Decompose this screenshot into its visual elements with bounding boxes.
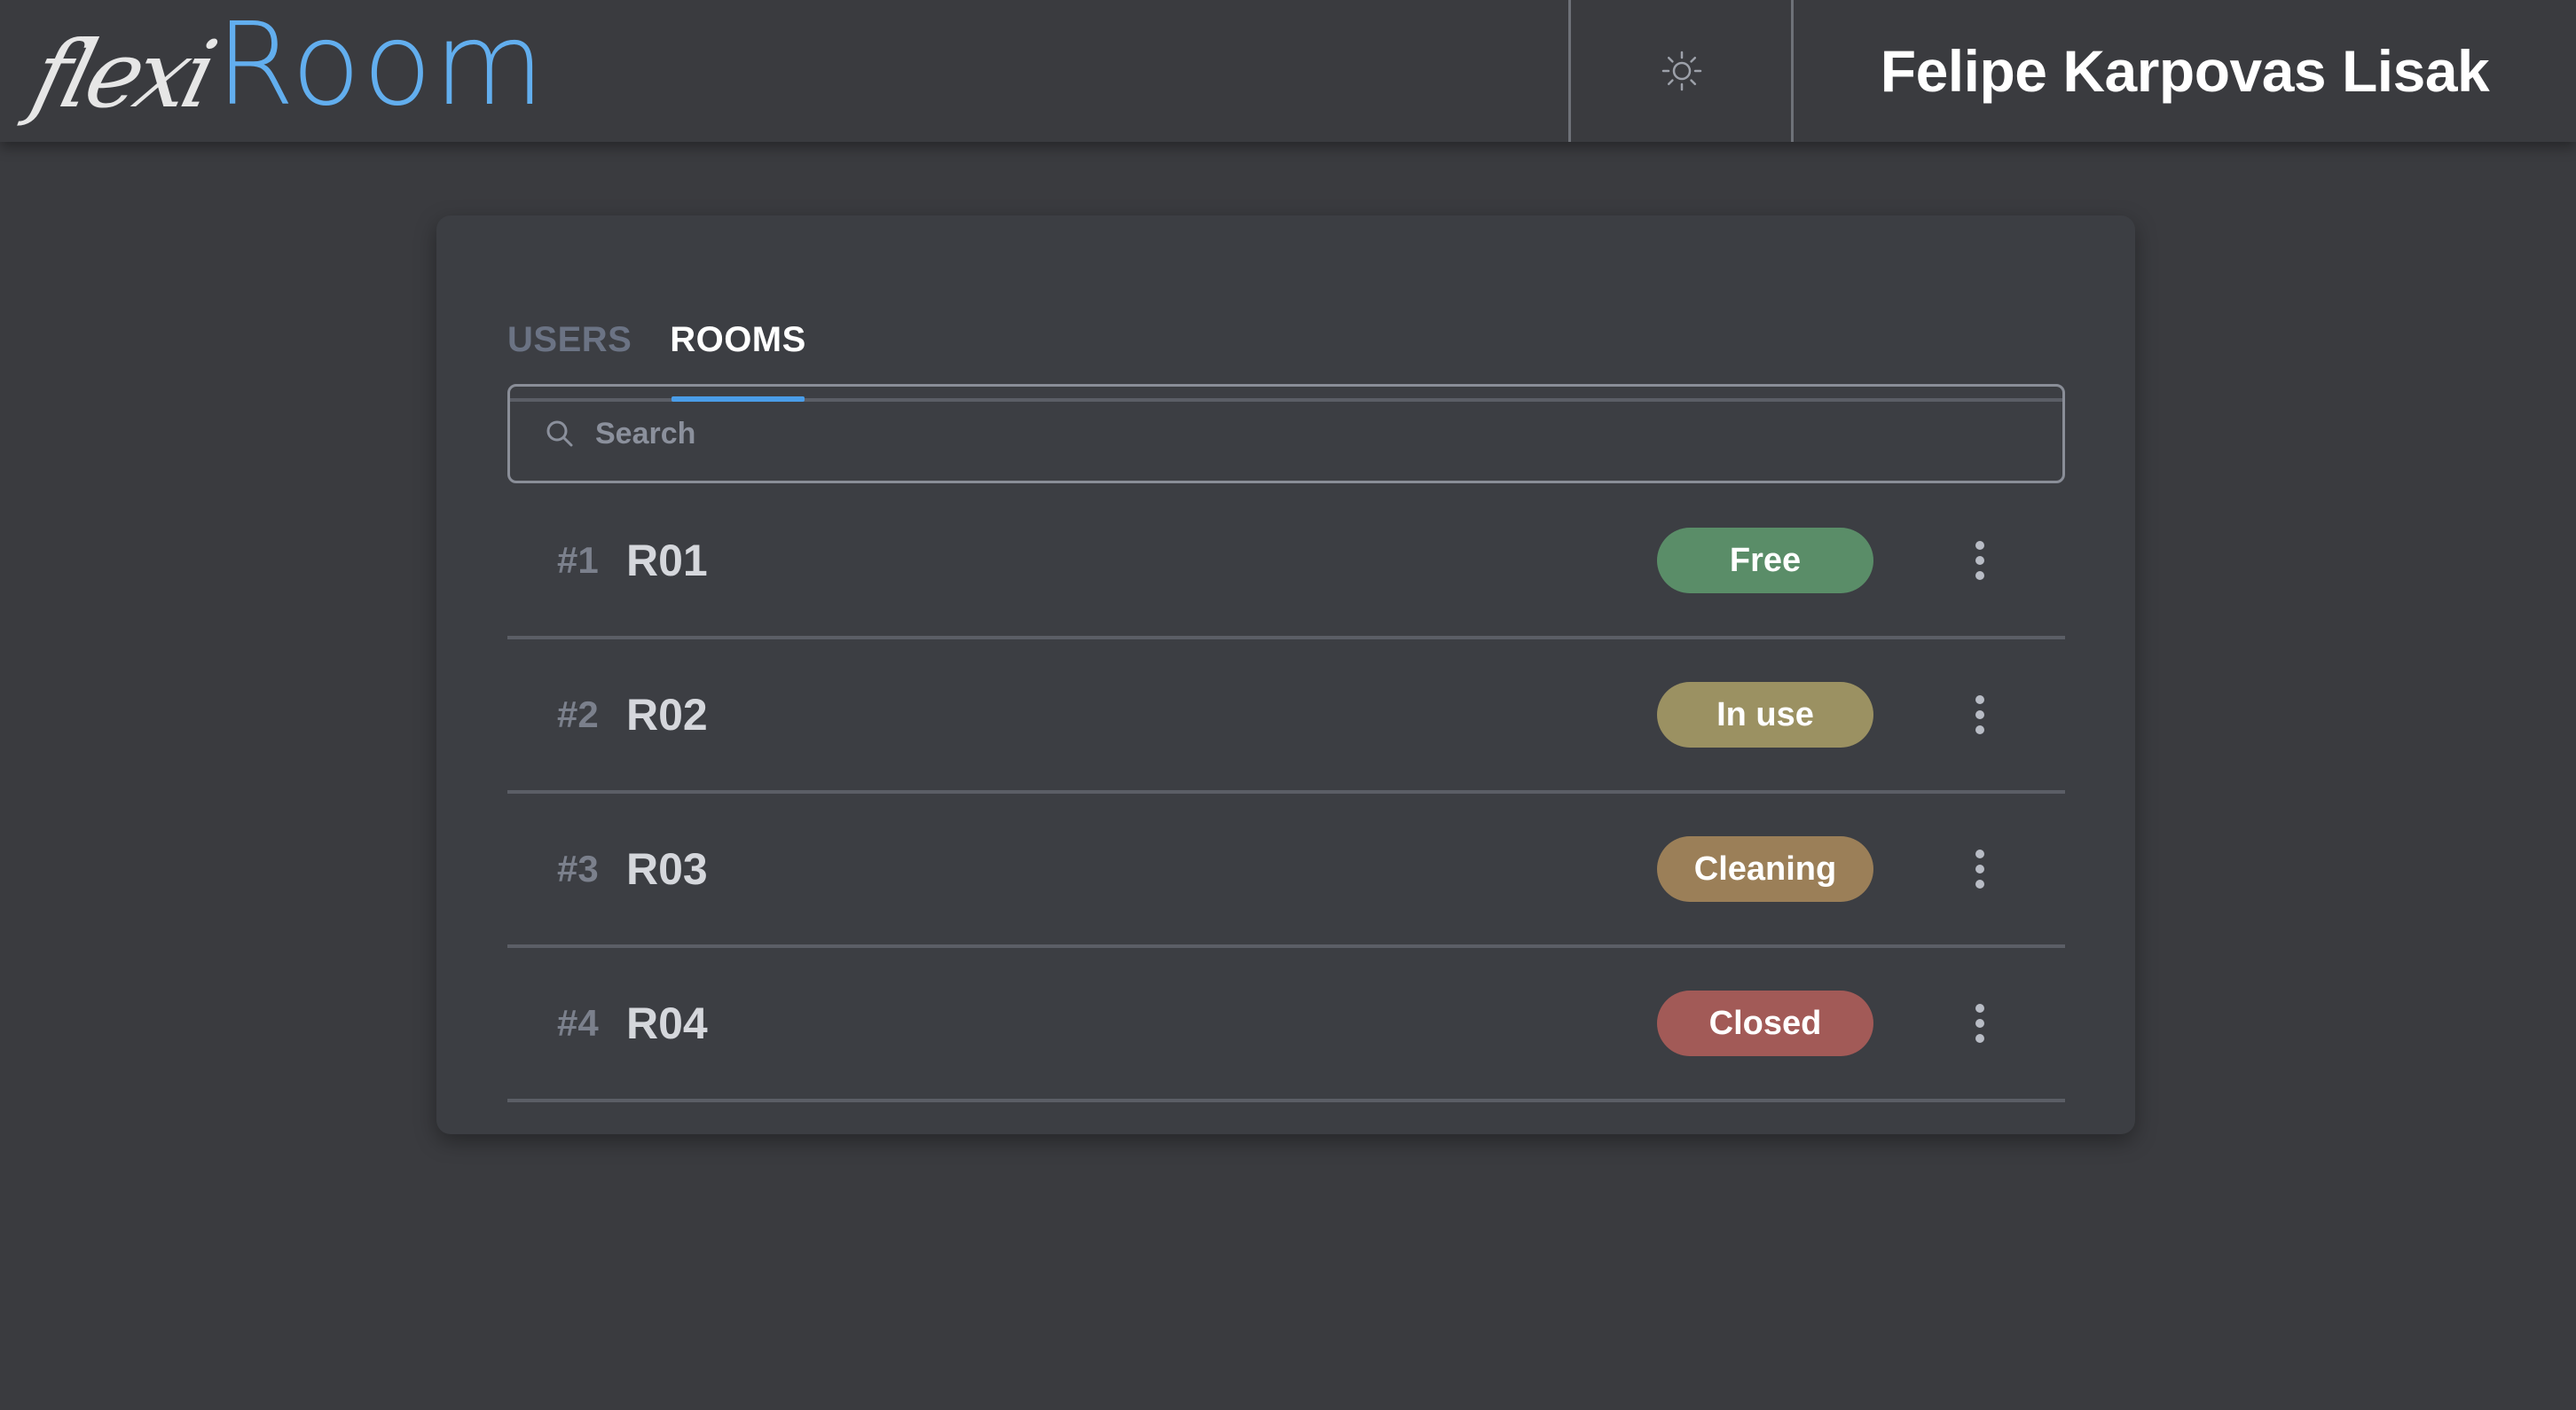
more-dot (1975, 571, 1984, 580)
status-badge: Closed (1657, 991, 1873, 1056)
tab-bar: USERS ROOMS (507, 278, 2065, 402)
user-name[interactable]: Felipe Karpovas Lisak (1794, 0, 2576, 142)
room-index: #1 (557, 539, 599, 581)
room-name: R03 (626, 844, 708, 894)
more-vertical-icon (1975, 695, 1984, 704)
room-name: R01 (626, 536, 708, 585)
tab-users[interactable]: USERS (507, 278, 632, 402)
room-index: #3 (557, 848, 599, 889)
theme-toggle-button[interactable] (1573, 0, 1791, 142)
header-divider (1568, 0, 1571, 142)
more-dot (1975, 1034, 1984, 1043)
room-name: R02 (626, 690, 708, 740)
more-dot (1975, 865, 1984, 873)
sun-icon (1661, 51, 1702, 91)
more-dot (1975, 725, 1984, 734)
status-badge: Free (1657, 528, 1873, 593)
status-badge: Cleaning (1657, 836, 1873, 902)
room-row[interactable]: #3 R03 Cleaning (507, 794, 2065, 948)
tab-rooms[interactable]: ROOMS (670, 278, 805, 402)
room-row[interactable]: #1 R01 Free (507, 485, 2065, 639)
more-dot (1975, 1019, 1984, 1028)
room-list: #1 R01 Free #2 R02 In use #3 R03 Cleanin (507, 485, 2065, 1102)
more-options-button[interactable] (1962, 988, 1998, 1059)
app-header: flexi Room Felipe Karpovas Lisak (0, 0, 2576, 142)
room-row[interactable]: #4 R04 Closed (507, 948, 2065, 1102)
status-badge: In use (1657, 682, 1873, 748)
more-dot (1975, 556, 1984, 565)
search-icon (546, 420, 573, 447)
more-vertical-icon (1975, 1004, 1984, 1013)
more-dot (1975, 880, 1984, 889)
room-name: R04 (626, 999, 708, 1048)
room-index: #2 (557, 693, 599, 735)
app-logo[interactable]: flexi Room (22, 0, 546, 142)
more-options-button[interactable] (1962, 679, 1998, 750)
more-vertical-icon (1975, 541, 1984, 550)
search-box (507, 384, 2065, 483)
room-row[interactable]: #2 R02 In use (507, 639, 2065, 794)
logo-script-text: flexi (21, 20, 223, 129)
more-options-button[interactable] (1962, 834, 1998, 905)
rooms-card: USERS ROOMS #1 R01 Free #2 R02 (436, 215, 2135, 1134)
logo-main-text: Room (216, 0, 546, 131)
search-input[interactable] (593, 387, 2062, 481)
more-options-button[interactable] (1962, 525, 1998, 596)
more-dot (1975, 710, 1984, 719)
more-vertical-icon (1975, 850, 1984, 858)
room-index: #4 (557, 1002, 599, 1044)
